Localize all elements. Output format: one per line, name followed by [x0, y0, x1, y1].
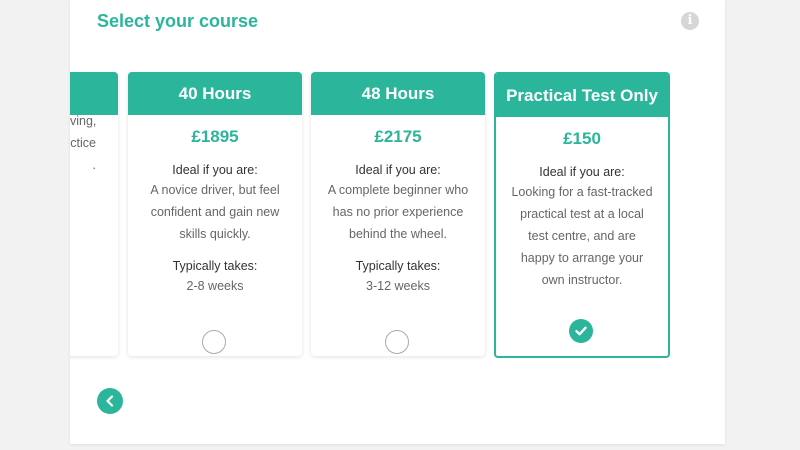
- course-card-48-hours[interactable]: 48 Hours £2175 Ideal if you are: A compl…: [311, 72, 485, 356]
- card-title: 48 Hours: [311, 72, 485, 115]
- card-price: £1895: [191, 127, 239, 146]
- card-ideal-label: Ideal if you are:: [539, 165, 625, 179]
- partial-line: ving,: [70, 114, 97, 128]
- select-radio-practical-test[interactable]: [569, 319, 593, 343]
- select-radio-40-hours[interactable]: [202, 330, 226, 354]
- chevron-left-icon: [106, 395, 114, 407]
- page-title: Select your course: [97, 11, 259, 31]
- partial-line: .: [92, 158, 96, 172]
- card-description: A novice driver, but feel confident and …: [150, 183, 280, 241]
- check-icon: [575, 326, 587, 336]
- card-price: £150: [563, 129, 601, 148]
- card-title: 40 Hours: [128, 72, 302, 115]
- partial-line: ctice: [70, 136, 96, 150]
- card-title: Practical Test Only: [496, 74, 668, 117]
- course-card-practical-test[interactable]: Practical Test Only £150 Ideal if you ar…: [494, 72, 670, 358]
- partial-card-text: ving, ctice .: [70, 110, 96, 176]
- info-icon[interactable]: i: [681, 12, 699, 30]
- course-card-40-hours[interactable]: 40 Hours £1895 Ideal if you are: A novic…: [128, 72, 302, 356]
- card-header: [70, 72, 118, 115]
- card-price: £2175: [374, 127, 422, 146]
- card-takes-value: 3-12 weeks: [366, 279, 430, 293]
- select-radio-48-hours[interactable]: [385, 330, 409, 354]
- course-selection-panel: Select your course i ving, ctice . 40 Ho…: [70, 0, 725, 444]
- card-takes-value: 2-8 weeks: [186, 279, 244, 293]
- back-button[interactable]: [97, 388, 123, 414]
- card-ideal-label: Ideal if you are:: [172, 163, 258, 177]
- card-ideal-label: Ideal if you are:: [355, 163, 441, 177]
- card-description: A complete beginner who has no prior exp…: [327, 183, 469, 241]
- card-takes-label: Typically takes:: [172, 259, 258, 273]
- card-description: Looking for a fast-tracked practical tes…: [511, 185, 653, 287]
- card-takes-label: Typically takes:: [355, 259, 441, 273]
